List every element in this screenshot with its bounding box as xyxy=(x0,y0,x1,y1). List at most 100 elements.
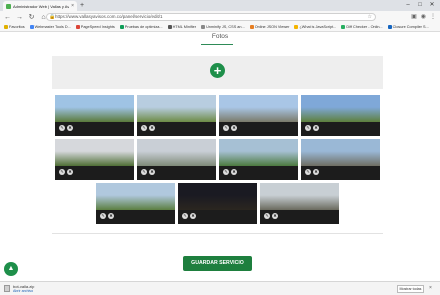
delete-photo-icon[interactable]: ✖ xyxy=(149,125,155,131)
edit-photo-icon[interactable]: ✎ xyxy=(223,169,229,175)
photo-card: ✎ ✖ xyxy=(137,95,216,136)
bookmark-label: PageSpeed Insights xyxy=(80,25,115,29)
delete-photo-icon[interactable]: ✖ xyxy=(272,213,278,219)
download-bar: bot-valla.zip Abrir archivo Mostrar toda… xyxy=(0,281,440,295)
toolbar-right-icons: ▣ ◉ ⋮ xyxy=(411,13,436,21)
bookmark-item[interactable]: Unminify JS, CSS an... xyxy=(201,25,245,29)
add-photo-button[interactable]: + xyxy=(210,63,225,78)
menu-icon[interactable]: ⋮ xyxy=(430,13,436,21)
bookmark-label: Favoritos xyxy=(9,25,25,29)
bookmark-favicon-icon xyxy=(249,25,254,29)
edit-photo-icon[interactable]: ✎ xyxy=(305,169,311,175)
bookmark-label: Pruebas de optimiza... xyxy=(124,25,163,29)
bookmark-item[interactable]: HTML Minifier xyxy=(167,25,197,29)
lock-icon: 🔒 xyxy=(49,14,56,20)
bookmark-item[interactable]: PageSpeed Insights xyxy=(75,25,115,29)
address-toolbar: ← → ↻ ⌂ 🔒 https://www.vallasyavisos.com.… xyxy=(0,11,440,23)
bookmark-favicon-icon xyxy=(75,25,80,29)
delete-photo-icon[interactable]: ✖ xyxy=(108,213,114,219)
bookmark-item[interactable]: Webmaster Tools D... xyxy=(29,25,71,29)
bookmark-label: ¿What is JavaScript... xyxy=(299,25,337,29)
close-tab-icon[interactable]: × xyxy=(71,3,74,9)
bookmark-favicon-icon xyxy=(29,25,34,29)
new-tab-button[interactable]: + xyxy=(80,1,84,10)
delete-photo-icon[interactable]: ✖ xyxy=(231,169,237,175)
close-window-icon[interactable]: ✕ xyxy=(426,0,438,11)
delete-photo-icon[interactable]: ✖ xyxy=(149,169,155,175)
delete-photo-icon[interactable]: ✖ xyxy=(313,125,319,131)
edit-photo-icon[interactable]: ✎ xyxy=(182,213,188,219)
open-file-link[interactable]: Abrir archivo xyxy=(13,289,33,293)
photo-card: ✎ ✖ xyxy=(55,139,134,180)
reload-icon[interactable]: ↻ xyxy=(28,14,35,21)
back-icon[interactable]: ← xyxy=(4,14,11,21)
delete-photo-icon[interactable]: ✖ xyxy=(67,125,73,131)
url-field[interactable]: 🔒 https://www.vallasyavisos.com.co/panel… xyxy=(46,13,376,21)
bookmark-item[interactable]: ¿What is JavaScript... xyxy=(294,25,336,29)
bookmark-favicon-icon xyxy=(201,25,206,29)
star-icon xyxy=(4,25,8,29)
edit-photo-icon[interactable]: ✎ xyxy=(223,125,229,131)
photo-card: ✎ ✖ xyxy=(219,139,298,180)
profile-icon[interactable]: ◉ xyxy=(421,13,426,21)
photo-card: ✎ ✖ xyxy=(219,95,298,136)
photo-card: ✎ ✖ xyxy=(137,139,216,180)
delete-photo-icon[interactable]: ✖ xyxy=(67,169,73,175)
url-text: https://www.vallasyavisos.com.co/panel/s… xyxy=(55,14,163,19)
bookmark-label: HTML Minifier xyxy=(172,25,197,29)
title-underline xyxy=(201,44,233,45)
forward-icon[interactable]: → xyxy=(16,14,23,21)
bookmark-label: Unminify JS, CSS an... xyxy=(206,25,245,29)
photo-thumbnail xyxy=(178,183,257,210)
photo-card: ✎ ✖ xyxy=(178,183,257,224)
photo-card: ✎ ✖ xyxy=(96,183,175,224)
photo-thumbnail xyxy=(301,95,380,122)
section-title: Fotos xyxy=(211,33,229,40)
bookmark-item[interactable]: Closure Compiler S... xyxy=(387,25,429,29)
bookmark-item[interactable]: Favoritos xyxy=(4,25,25,29)
delete-photo-icon[interactable]: ✖ xyxy=(190,213,196,219)
bookmark-item[interactable]: Pruebas de optimiza... xyxy=(119,25,163,29)
scroll-to-top-button[interactable]: ▲ xyxy=(4,262,18,276)
show-all-downloads-button[interactable]: Mostrar todas xyxy=(397,285,424,293)
photo-card: ✎ ✖ xyxy=(301,139,380,180)
bookmark-item[interactable]: Diff Checker - Onlin... xyxy=(341,25,383,29)
photo-thumbnail xyxy=(55,95,134,122)
zip-file-icon xyxy=(4,285,10,292)
photo-card: ✎ ✖ xyxy=(55,95,134,136)
edit-photo-icon[interactable]: ✎ xyxy=(141,169,147,175)
photo-thumbnail xyxy=(96,183,175,210)
photo-thumbnail xyxy=(55,139,134,166)
photo-thumbnail xyxy=(137,139,216,166)
bookmark-label: Webmaster Tools D... xyxy=(34,25,71,29)
site-favicon-icon xyxy=(6,3,11,9)
photo-thumbnail xyxy=(301,139,380,166)
close-download-bar-icon[interactable]: × xyxy=(429,285,432,291)
edit-photo-icon[interactable]: ✎ xyxy=(59,169,65,175)
bookmark-favicon-icon xyxy=(294,25,299,29)
tab-title: Administrador Web | Vallas y Av... xyxy=(13,3,70,9)
photo-thumbnail xyxy=(260,183,339,210)
edit-photo-icon[interactable]: ✎ xyxy=(100,213,106,219)
browser-tab[interactable]: Administrador Web | Vallas y Av... × xyxy=(3,1,77,11)
delete-photo-icon[interactable]: ✖ xyxy=(231,125,237,131)
section-divider xyxy=(52,233,383,234)
extensions-icon[interactable]: ▣ xyxy=(411,13,417,21)
bookmark-favicon-icon xyxy=(119,25,124,29)
photo-thumbnail xyxy=(137,95,216,122)
maximize-icon[interactable]: □ xyxy=(414,0,426,11)
photo-thumbnail xyxy=(219,95,298,122)
edit-photo-icon[interactable]: ✎ xyxy=(141,125,147,131)
bookmark-favicon-icon xyxy=(167,25,172,29)
photo-thumbnail xyxy=(219,139,298,166)
bookmark-item[interactable]: Online JSON Viewer xyxy=(249,25,289,29)
edit-photo-icon[interactable]: ✎ xyxy=(264,213,270,219)
edit-photo-icon[interactable]: ✎ xyxy=(59,125,65,131)
save-service-button[interactable]: GUARDAR SERVICIO xyxy=(183,256,252,271)
minimize-icon[interactable]: – xyxy=(402,0,414,11)
bookmark-favicon-icon xyxy=(341,25,346,29)
bookmark-star-icon[interactable]: ☆ xyxy=(368,14,372,20)
edit-photo-icon[interactable]: ✎ xyxy=(305,125,311,131)
delete-photo-icon[interactable]: ✖ xyxy=(313,169,319,175)
photo-card: ✎ ✖ xyxy=(260,183,339,224)
